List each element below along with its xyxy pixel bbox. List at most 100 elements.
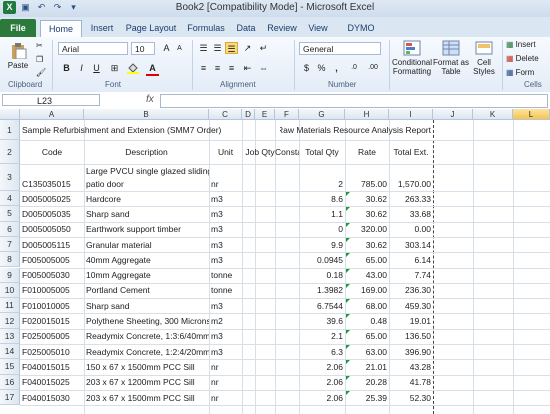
cell-unit[interactable]: tonne bbox=[209, 283, 242, 298]
cell-description[interactable]: Earthwork support timber bbox=[84, 222, 209, 237]
cell-unit[interactable]: nr bbox=[209, 375, 242, 390]
report-title-left[interactable]: Sample Refurbishment and Extension (SMM7… bbox=[20, 120, 280, 140]
cell-code[interactable]: C135035015 bbox=[20, 177, 84, 191]
format-as-table-button[interactable]: Format as Table bbox=[433, 40, 469, 76]
copy-icon[interactable]: ❐ bbox=[36, 55, 43, 64]
row-header[interactable]: 15 bbox=[0, 359, 20, 375]
column-header-e[interactable]: E bbox=[255, 109, 275, 120]
column-header-g[interactable]: G bbox=[299, 109, 345, 120]
row-header[interactable]: 8 bbox=[0, 252, 20, 268]
column-header-f[interactable]: F bbox=[275, 109, 299, 120]
cell-rate[interactable]: 0.48 bbox=[345, 313, 389, 328]
cell-total-qty[interactable]: 2.06 bbox=[299, 359, 345, 374]
percent-button[interactable]: % bbox=[315, 62, 328, 74]
cell-rate[interactable]: 68.00 bbox=[345, 298, 389, 313]
column-header-b[interactable]: B bbox=[84, 109, 209, 120]
cell-rate[interactable]: 65.00 bbox=[345, 252, 389, 267]
merge-center-icon[interactable]: ⇔ bbox=[257, 62, 270, 74]
row-header[interactable]: 11 bbox=[0, 298, 20, 314]
cell-code[interactable]: F005005030 bbox=[20, 268, 84, 283]
decrease-indent-icon[interactable]: ⇤ bbox=[241, 62, 254, 74]
cell-unit[interactable]: nr bbox=[209, 177, 242, 191]
comma-button[interactable]: , bbox=[330, 62, 343, 74]
cell-styles-button[interactable]: Cell Styles bbox=[470, 40, 498, 76]
cell-unit[interactable]: nr bbox=[209, 390, 242, 405]
row-header[interactable]: 5 bbox=[0, 206, 20, 222]
cell-total-qty[interactable]: 6.3 bbox=[299, 344, 345, 359]
cell-total-ext[interactable]: 43.28 bbox=[389, 359, 433, 374]
increase-decimal-button[interactable]: .0 bbox=[346, 62, 362, 74]
row-header[interactable]: 4 bbox=[0, 191, 20, 207]
header-constant[interactable]: Constant bbox=[275, 140, 299, 164]
insert-function-icon[interactable]: fx bbox=[146, 94, 154, 105]
cell-unit[interactable]: m3 bbox=[209, 298, 242, 313]
cell-total-ext[interactable]: 6.14 bbox=[389, 252, 433, 267]
cell-rate[interactable]: 21.01 bbox=[345, 359, 389, 374]
formula-input[interactable] bbox=[160, 94, 548, 108]
row-header[interactable]: 6 bbox=[0, 221, 20, 237]
row-header[interactable]: 3 bbox=[0, 164, 20, 191]
cell-unit[interactable]: m2 bbox=[209, 313, 242, 328]
cell-total-qty[interactable]: 2.1 bbox=[299, 329, 345, 344]
cell-description[interactable]: Sharp sand bbox=[84, 298, 209, 313]
header-rate[interactable]: Rate bbox=[345, 140, 389, 164]
cell-total-qty[interactable]: 9.9 bbox=[299, 237, 345, 252]
column-header-k[interactable]: K bbox=[473, 109, 513, 120]
cell-rate[interactable]: 65.00 bbox=[345, 329, 389, 344]
grow-font-button[interactable]: A bbox=[160, 42, 173, 54]
cell-unit[interactable]: tonne bbox=[209, 268, 242, 283]
decrease-decimal-button[interactable]: .00 bbox=[364, 62, 382, 74]
align-left-icon[interactable]: ≡ bbox=[197, 62, 210, 74]
borders-icon[interactable]: ⊞ bbox=[108, 62, 121, 74]
tab-formulas[interactable]: Formulas bbox=[182, 20, 230, 37]
orientation-icon[interactable]: ↗ bbox=[241, 42, 254, 54]
cell-total-ext[interactable]: 7.74 bbox=[389, 268, 433, 283]
select-all-corner[interactable] bbox=[0, 109, 20, 120]
tab-review[interactable]: Review bbox=[262, 20, 302, 37]
cell-total-ext[interactable]: 52.30 bbox=[389, 390, 433, 405]
cell-total-qty[interactable]: 0.0945 bbox=[299, 252, 345, 267]
cell-unit[interactable]: m3 bbox=[209, 329, 242, 344]
row-header[interactable]: 17 bbox=[0, 389, 20, 406]
cell-total-ext[interactable]: 1,570.00 bbox=[389, 177, 433, 191]
tab-file[interactable]: File bbox=[0, 19, 36, 37]
tab-page-layout[interactable]: Page Layout bbox=[122, 20, 180, 37]
tab-home[interactable]: Home bbox=[40, 20, 82, 38]
cell-description[interactable]: 150 x 67 x 1500mm PCC Sill bbox=[84, 359, 209, 374]
cell-total-ext[interactable]: 33.68 bbox=[389, 206, 433, 221]
align-center-icon[interactable]: ≡ bbox=[211, 62, 224, 74]
fill-color-icon[interactable] bbox=[126, 62, 139, 74]
align-middle-icon[interactable]: ☰ bbox=[211, 42, 224, 54]
name-box[interactable]: L23 bbox=[2, 94, 100, 106]
cell-code[interactable]: F025005010 bbox=[20, 344, 84, 359]
paste-button[interactable]: Paste bbox=[6, 43, 30, 70]
cell-rate[interactable]: 25.39 bbox=[345, 390, 389, 405]
cell-code[interactable]: F010005005 bbox=[20, 283, 84, 298]
cell-code[interactable]: D005005035 bbox=[20, 206, 84, 221]
row-header[interactable]: 9 bbox=[0, 267, 20, 283]
cell-description[interactable]: Readymix Concrete, 1:2:4/20mm bbox=[84, 344, 209, 359]
tab-dymo-label[interactable]: DYMO Label bbox=[336, 20, 386, 49]
cell-total-ext[interactable]: 41.78 bbox=[389, 375, 433, 390]
cell-total-ext[interactable]: 263.33 bbox=[389, 191, 433, 206]
cell-total-qty[interactable]: 6.7544 bbox=[299, 298, 345, 313]
worksheet-grid[interactable]: A B C D E F G H I J K L 1 Sample Refurbi… bbox=[0, 109, 550, 414]
cell-total-qty[interactable]: 2.06 bbox=[299, 390, 345, 405]
cell-code[interactable]: F010010005 bbox=[20, 298, 84, 313]
cell-description[interactable]: Readymix Concrete, 1:3:6/40mm bbox=[84, 329, 209, 344]
header-code[interactable]: Code bbox=[20, 140, 84, 164]
cell-unit[interactable]: m3 bbox=[209, 222, 242, 237]
cell-total-qty[interactable]: 0.18 bbox=[299, 268, 345, 283]
font-color-icon[interactable]: A bbox=[146, 62, 159, 76]
row-header[interactable]: 7 bbox=[0, 236, 20, 253]
cell-total-ext[interactable]: 236.30 bbox=[389, 283, 433, 298]
cell-unit[interactable]: m3 bbox=[209, 252, 242, 267]
column-header-j[interactable]: J bbox=[433, 109, 473, 120]
column-header-i[interactable]: I bbox=[389, 109, 433, 120]
cell-rate[interactable]: 20.28 bbox=[345, 375, 389, 390]
cell-code[interactable]: F005005005 bbox=[20, 252, 84, 267]
cell-code[interactable]: D005005025 bbox=[20, 191, 84, 206]
header-description[interactable]: Description bbox=[84, 140, 209, 164]
column-header-d[interactable]: D bbox=[242, 109, 255, 120]
cell-description[interactable]: Hardcore bbox=[84, 191, 209, 206]
